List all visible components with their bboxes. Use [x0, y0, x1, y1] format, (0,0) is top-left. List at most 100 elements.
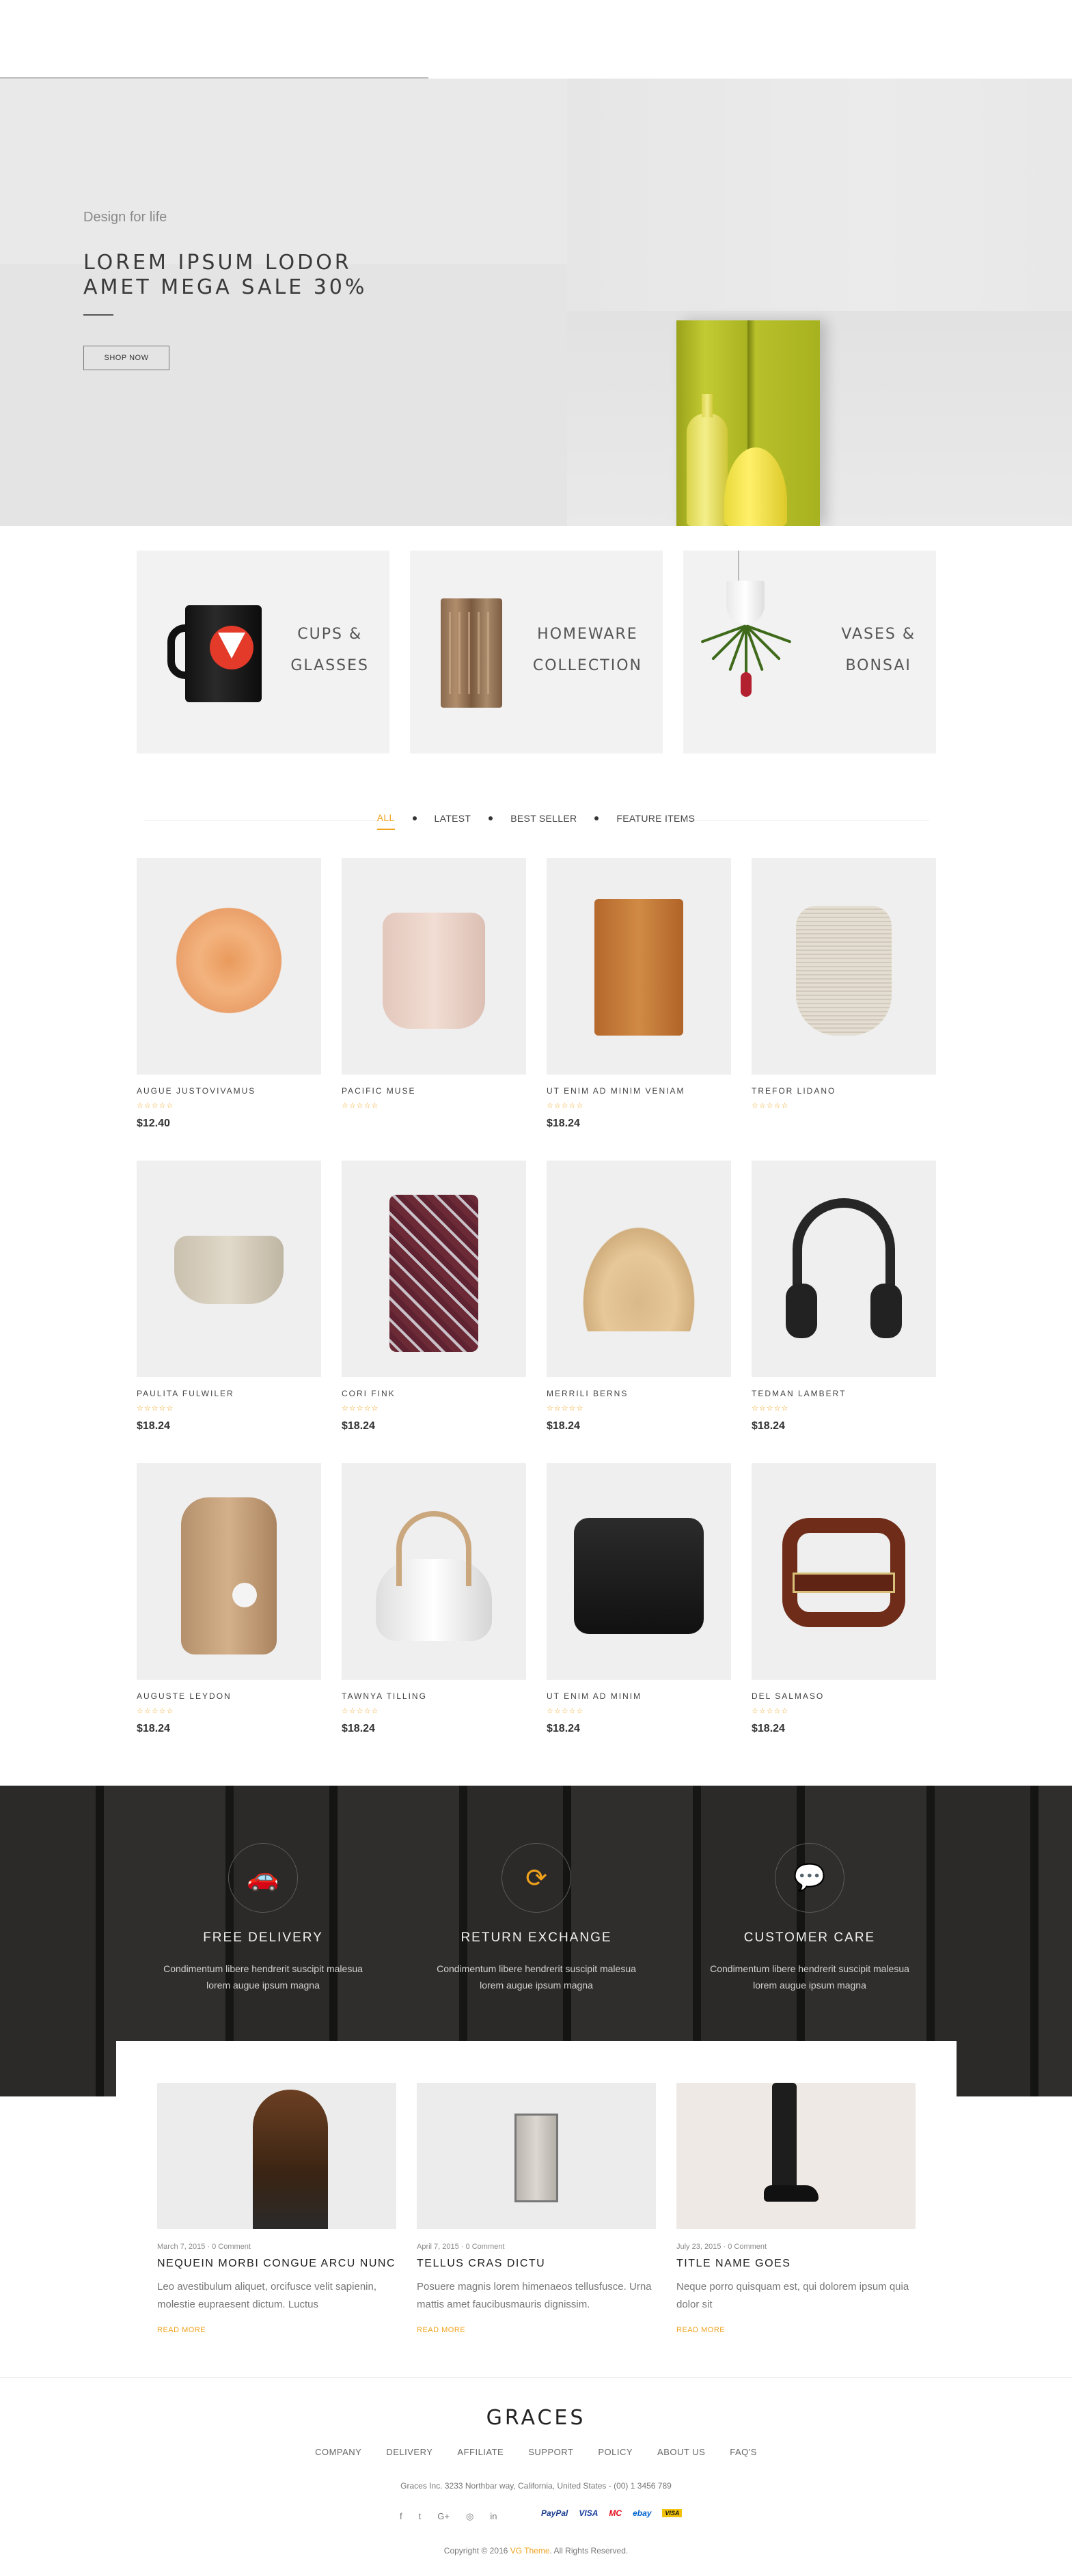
star-icon: ☆: [137, 1102, 144, 1110]
star-icon: ☆: [151, 1404, 159, 1413]
star-icon: ☆: [781, 1102, 789, 1110]
tab-latest[interactable]: LATEST: [435, 813, 471, 829]
star-icon: ☆: [159, 1707, 167, 1715]
blog-image-shoe: [764, 2185, 819, 2202]
product-name[interactable]: UT ENIM AD MINIM VENIAM: [547, 1086, 685, 1096]
product-name[interactable]: CORI FINK: [342, 1389, 396, 1398]
category-cups-glasses[interactable]: CUPS & GLASSES: [137, 551, 389, 753]
post-title[interactable]: NEQUEIN MORBI CONGUE ARCU NUNC: [157, 2258, 396, 2270]
facebook-icon[interactable]: f: [400, 2511, 402, 2522]
star-icon: ☆: [576, 1404, 584, 1413]
blog-post: March 7, 2015 · 0 Comment NEQUEIN MORBI …: [157, 2083, 396, 2334]
blog-post-image[interactable]: [676, 2083, 916, 2229]
tab-all[interactable]: ALL: [376, 812, 395, 830]
read-more-link[interactable]: READ MORE: [157, 2326, 396, 2334]
post-comments-link[interactable]: 0 Comment: [728, 2243, 767, 2251]
product-image[interactable]: [752, 1463, 936, 1680]
refresh-icon: ⟳: [501, 1843, 571, 1913]
rating-stars: ☆☆☆☆☆: [547, 1404, 583, 1413]
tab-best-seller[interactable]: BEST SELLER: [510, 813, 577, 829]
read-more-link[interactable]: READ MORE: [417, 2326, 656, 2334]
footer-link-affiliate[interactable]: AFFILIATE: [457, 2447, 504, 2457]
twitter-icon[interactable]: t: [419, 2511, 422, 2522]
product-name[interactable]: TAWNYA TILLING: [342, 1691, 427, 1701]
star-icon: ☆: [758, 1102, 767, 1110]
product-name[interactable]: DEL SALMASO: [752, 1691, 824, 1701]
product-image[interactable]: [752, 858, 936, 1075]
category-label-line: BONSAI: [845, 657, 911, 674]
visa-electron-icon: VISA: [662, 2509, 683, 2517]
product-name[interactable]: AUGUSTE LEYDON: [137, 1691, 232, 1701]
product-image[interactable]: [547, 1463, 731, 1680]
product-name[interactable]: TEDMAN LAMBERT: [752, 1389, 846, 1398]
post-date: July 23, 2015: [676, 2243, 721, 2251]
footer-logo[interactable]: GRACES: [0, 2406, 1072, 2430]
product-image[interactable]: [547, 1161, 731, 1377]
blog-post-image[interactable]: [417, 2083, 656, 2229]
star-icon: ☆: [576, 1102, 584, 1110]
star-icon: ☆: [363, 1102, 372, 1110]
star-icon: ☆: [166, 1404, 174, 1413]
product-name[interactable]: MERRILI BERNS: [547, 1389, 628, 1398]
category-homeware[interactable]: HOMEWARE COLLECTION: [410, 551, 663, 753]
product-image[interactable]: [342, 1463, 526, 1680]
footer-link-support[interactable]: SUPPORT: [528, 2447, 573, 2457]
copyright-brand-link[interactable]: VG Theme: [510, 2546, 550, 2556]
ebay-icon: ebay: [633, 2508, 652, 2518]
star-icon: ☆: [547, 1707, 554, 1715]
product-image[interactable]: [137, 1161, 321, 1377]
product-image[interactable]: [137, 858, 321, 1075]
product-name[interactable]: PAULITA FULWILER: [137, 1389, 234, 1398]
chat-bubble-icon: 💬: [775, 1843, 844, 1913]
rating-stars: ☆☆☆☆☆: [137, 1101, 174, 1110]
star-icon: ☆: [766, 1404, 774, 1413]
post-comments-link[interactable]: 0 Comment: [212, 2243, 251, 2251]
footer-link-delivery[interactable]: DELIVERY: [386, 2447, 432, 2457]
footer-link-about-us[interactable]: ABOUT US: [657, 2447, 705, 2457]
product-image[interactable]: [342, 1161, 526, 1377]
star-icon: ☆: [143, 1707, 152, 1715]
rating-stars: ☆☆☆☆☆: [752, 1101, 788, 1110]
read-more-link[interactable]: READ MORE: [676, 2326, 916, 2334]
product-image[interactable]: [547, 858, 731, 1075]
car-icon: 🚗: [228, 1843, 298, 1913]
blog-post-image[interactable]: [157, 2083, 396, 2229]
feature-description-line: lorem augue ipsum magna: [206, 1980, 320, 1991]
footer-link-policy[interactable]: POLICY: [598, 2447, 633, 2457]
tab-feature-items[interactable]: FEATURE ITEMS: [616, 813, 695, 829]
star-icon: ☆: [348, 1102, 357, 1110]
product-name[interactable]: PACIFIC MUSE: [342, 1086, 415, 1096]
post-title[interactable]: TITLE NAME GOES: [676, 2258, 916, 2270]
star-icon: ☆: [781, 1707, 789, 1715]
dribbble-icon[interactable]: ◎: [466, 2511, 473, 2522]
product-name[interactable]: AUGUE JUSTOVIVAMUS: [137, 1086, 256, 1096]
product-image[interactable]: [752, 1161, 936, 1377]
feature-return-exchange: ⟳ RETURN EXCHANGE Condimentum libere hen…: [407, 1843, 666, 1993]
footer-link-company[interactable]: COMPANY: [315, 2447, 361, 2457]
star-icon: ☆: [561, 1404, 569, 1413]
footer-link-faqs[interactable]: FAQ'S: [730, 2447, 757, 2457]
hero-vase-image: [687, 394, 728, 526]
post-comments-link[interactable]: 0 Comment: [466, 2243, 505, 2251]
category-label: VASES & BONSAI: [841, 619, 916, 682]
category-vases-bonsai[interactable]: VASES & BONSAI: [683, 551, 936, 753]
rating-stars: ☆☆☆☆☆: [137, 1706, 174, 1715]
mastercard-icon: MC: [609, 2508, 622, 2518]
star-icon: ☆: [371, 1102, 379, 1110]
product-name[interactable]: TREFOR LIDANO: [752, 1086, 836, 1096]
shop-now-button[interactable]: SHOP NOW: [83, 346, 169, 370]
product-name[interactable]: UT ENIM AD MINIM: [547, 1691, 642, 1701]
hero-subtitle: Design for life: [83, 210, 167, 225]
star-icon: ☆: [758, 1404, 767, 1413]
category-label: CUPS & GLASSES: [290, 619, 369, 682]
post-title[interactable]: TELLUS CRAS DICTU: [417, 2258, 656, 2270]
feature-title: FREE DELIVERY: [203, 1930, 323, 1945]
google-plus-icon[interactable]: G+: [437, 2511, 450, 2522]
plant-cord: [738, 551, 739, 581]
hero-divider: [83, 314, 113, 316]
rating-stars: ☆☆☆☆☆: [547, 1101, 583, 1110]
product-image[interactable]: [342, 858, 526, 1075]
paypal-icon: PayPal: [541, 2508, 568, 2518]
linkedin-icon[interactable]: in: [490, 2511, 497, 2522]
product-image[interactable]: [137, 1463, 321, 1680]
